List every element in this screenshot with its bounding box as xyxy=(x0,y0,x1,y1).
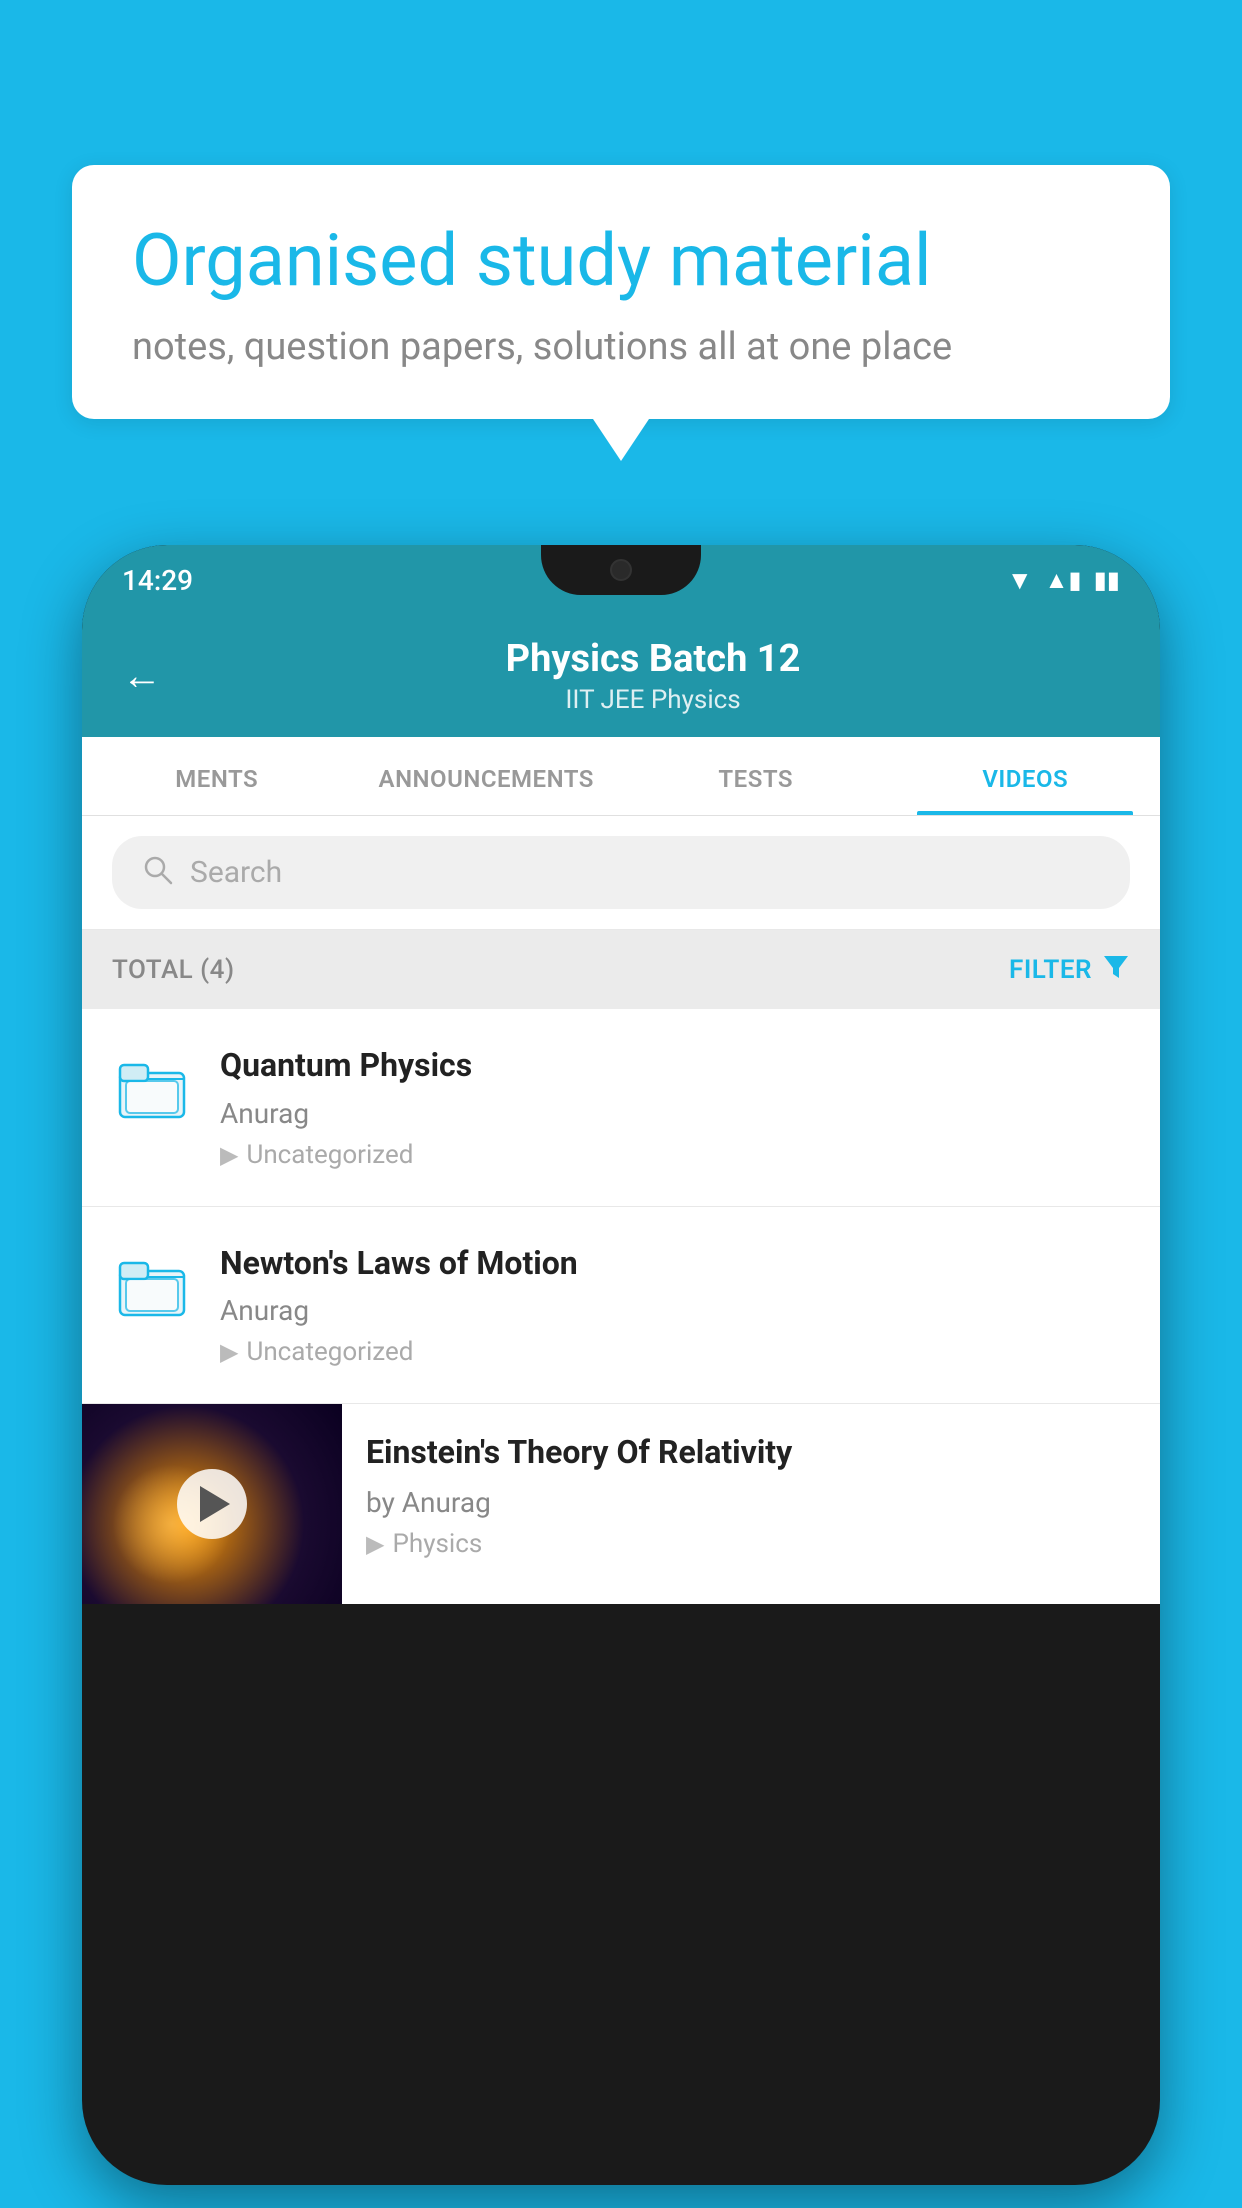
battery-icon: ▮▮ xyxy=(1094,566,1120,594)
video-title: Einstein's Theory Of Relativity xyxy=(366,1432,1136,1474)
app-header: ← Physics Batch 12 IIT JEE Physics xyxy=(82,615,1160,737)
folder-icon xyxy=(112,1045,192,1123)
filter-icon xyxy=(1102,952,1130,987)
notch xyxy=(541,545,701,595)
phone-frame: 14:29 ▼ ▲▮ ▮▮ ← Physics Batch 12 IIT JEE… xyxy=(82,545,1160,2185)
back-button[interactable]: ← xyxy=(122,656,162,696)
video-title: Quantum Physics xyxy=(220,1045,1130,1087)
speech-bubble: Organised study material notes, question… xyxy=(72,165,1170,419)
bubble-title: Organised study material xyxy=(132,220,1110,303)
video-thumbnail xyxy=(82,1404,342,1604)
video-tag: ▶ Physics xyxy=(366,1529,1136,1559)
search-bar-container: Search xyxy=(82,816,1160,930)
search-bar[interactable]: Search xyxy=(112,836,1130,909)
signal-icon: ▲▮ xyxy=(1045,566,1082,595)
folder-icon xyxy=(112,1243,192,1321)
video-list: Quantum Physics Anurag ▶ Uncategorized xyxy=(82,1009,1160,1604)
tag-icon: ▶ xyxy=(220,1338,238,1366)
phone-screen: Search TOTAL (4) FILTER xyxy=(82,816,1160,2185)
tag-icon: ▶ xyxy=(220,1141,238,1169)
video-tag: ▶ Uncategorized xyxy=(220,1140,1130,1170)
video-info: Einstein's Theory Of Relativity by Anura… xyxy=(342,1404,1160,1587)
camera xyxy=(610,559,632,581)
video-info: Quantum Physics Anurag ▶ Uncategorized xyxy=(220,1045,1130,1170)
list-item[interactable]: Einstein's Theory Of Relativity by Anura… xyxy=(82,1404,1160,1604)
wifi-icon: ▼ xyxy=(1007,565,1033,596)
tab-ments[interactable]: MENTS xyxy=(82,737,352,815)
filter-label: FILTER xyxy=(1009,955,1092,985)
total-label: TOTAL (4) xyxy=(112,955,235,985)
video-title: Newton's Laws of Motion xyxy=(220,1243,1130,1285)
search-icon xyxy=(142,854,174,891)
phone-inner: 14:29 ▼ ▲▮ ▮▮ ← Physics Batch 12 IIT JEE… xyxy=(82,545,1160,2185)
status-icons: ▼ ▲▮ ▮▮ xyxy=(1007,565,1120,596)
bubble-subtitle: notes, question papers, solutions all at… xyxy=(132,325,1110,369)
list-item[interactable]: Newton's Laws of Motion Anurag ▶ Uncateg… xyxy=(82,1207,1160,1405)
play-button[interactable] xyxy=(177,1469,247,1539)
filter-button[interactable]: FILTER xyxy=(1009,952,1130,987)
tag-icon: ▶ xyxy=(366,1530,384,1558)
video-author: Anurag xyxy=(220,1294,1130,1327)
tab-videos[interactable]: VIDEOS xyxy=(891,737,1161,815)
tab-tests[interactable]: TESTS xyxy=(621,737,891,815)
play-triangle-icon xyxy=(200,1486,230,1522)
video-author: Anurag xyxy=(220,1097,1130,1130)
filter-row: TOTAL (4) FILTER xyxy=(82,930,1160,1009)
tab-announcements[interactable]: ANNOUNCEMENTS xyxy=(352,737,622,815)
video-author: by Anurag xyxy=(366,1486,1136,1519)
header-title: Physics Batch 12 xyxy=(186,637,1120,681)
tabs-bar: MENTS ANNOUNCEMENTS TESTS VIDEOS xyxy=(82,737,1160,816)
header-title-block: Physics Batch 12 IIT JEE Physics xyxy=(186,637,1120,715)
video-tag: ▶ Uncategorized xyxy=(220,1337,1130,1367)
search-placeholder: Search xyxy=(190,855,282,890)
status-bar: 14:29 ▼ ▲▮ ▮▮ xyxy=(82,545,1160,615)
list-item[interactable]: Quantum Physics Anurag ▶ Uncategorized xyxy=(82,1009,1160,1207)
status-time: 14:29 xyxy=(122,564,193,597)
header-subtitle: IIT JEE Physics xyxy=(186,685,1120,715)
video-info: Newton's Laws of Motion Anurag ▶ Uncateg… xyxy=(220,1243,1130,1368)
